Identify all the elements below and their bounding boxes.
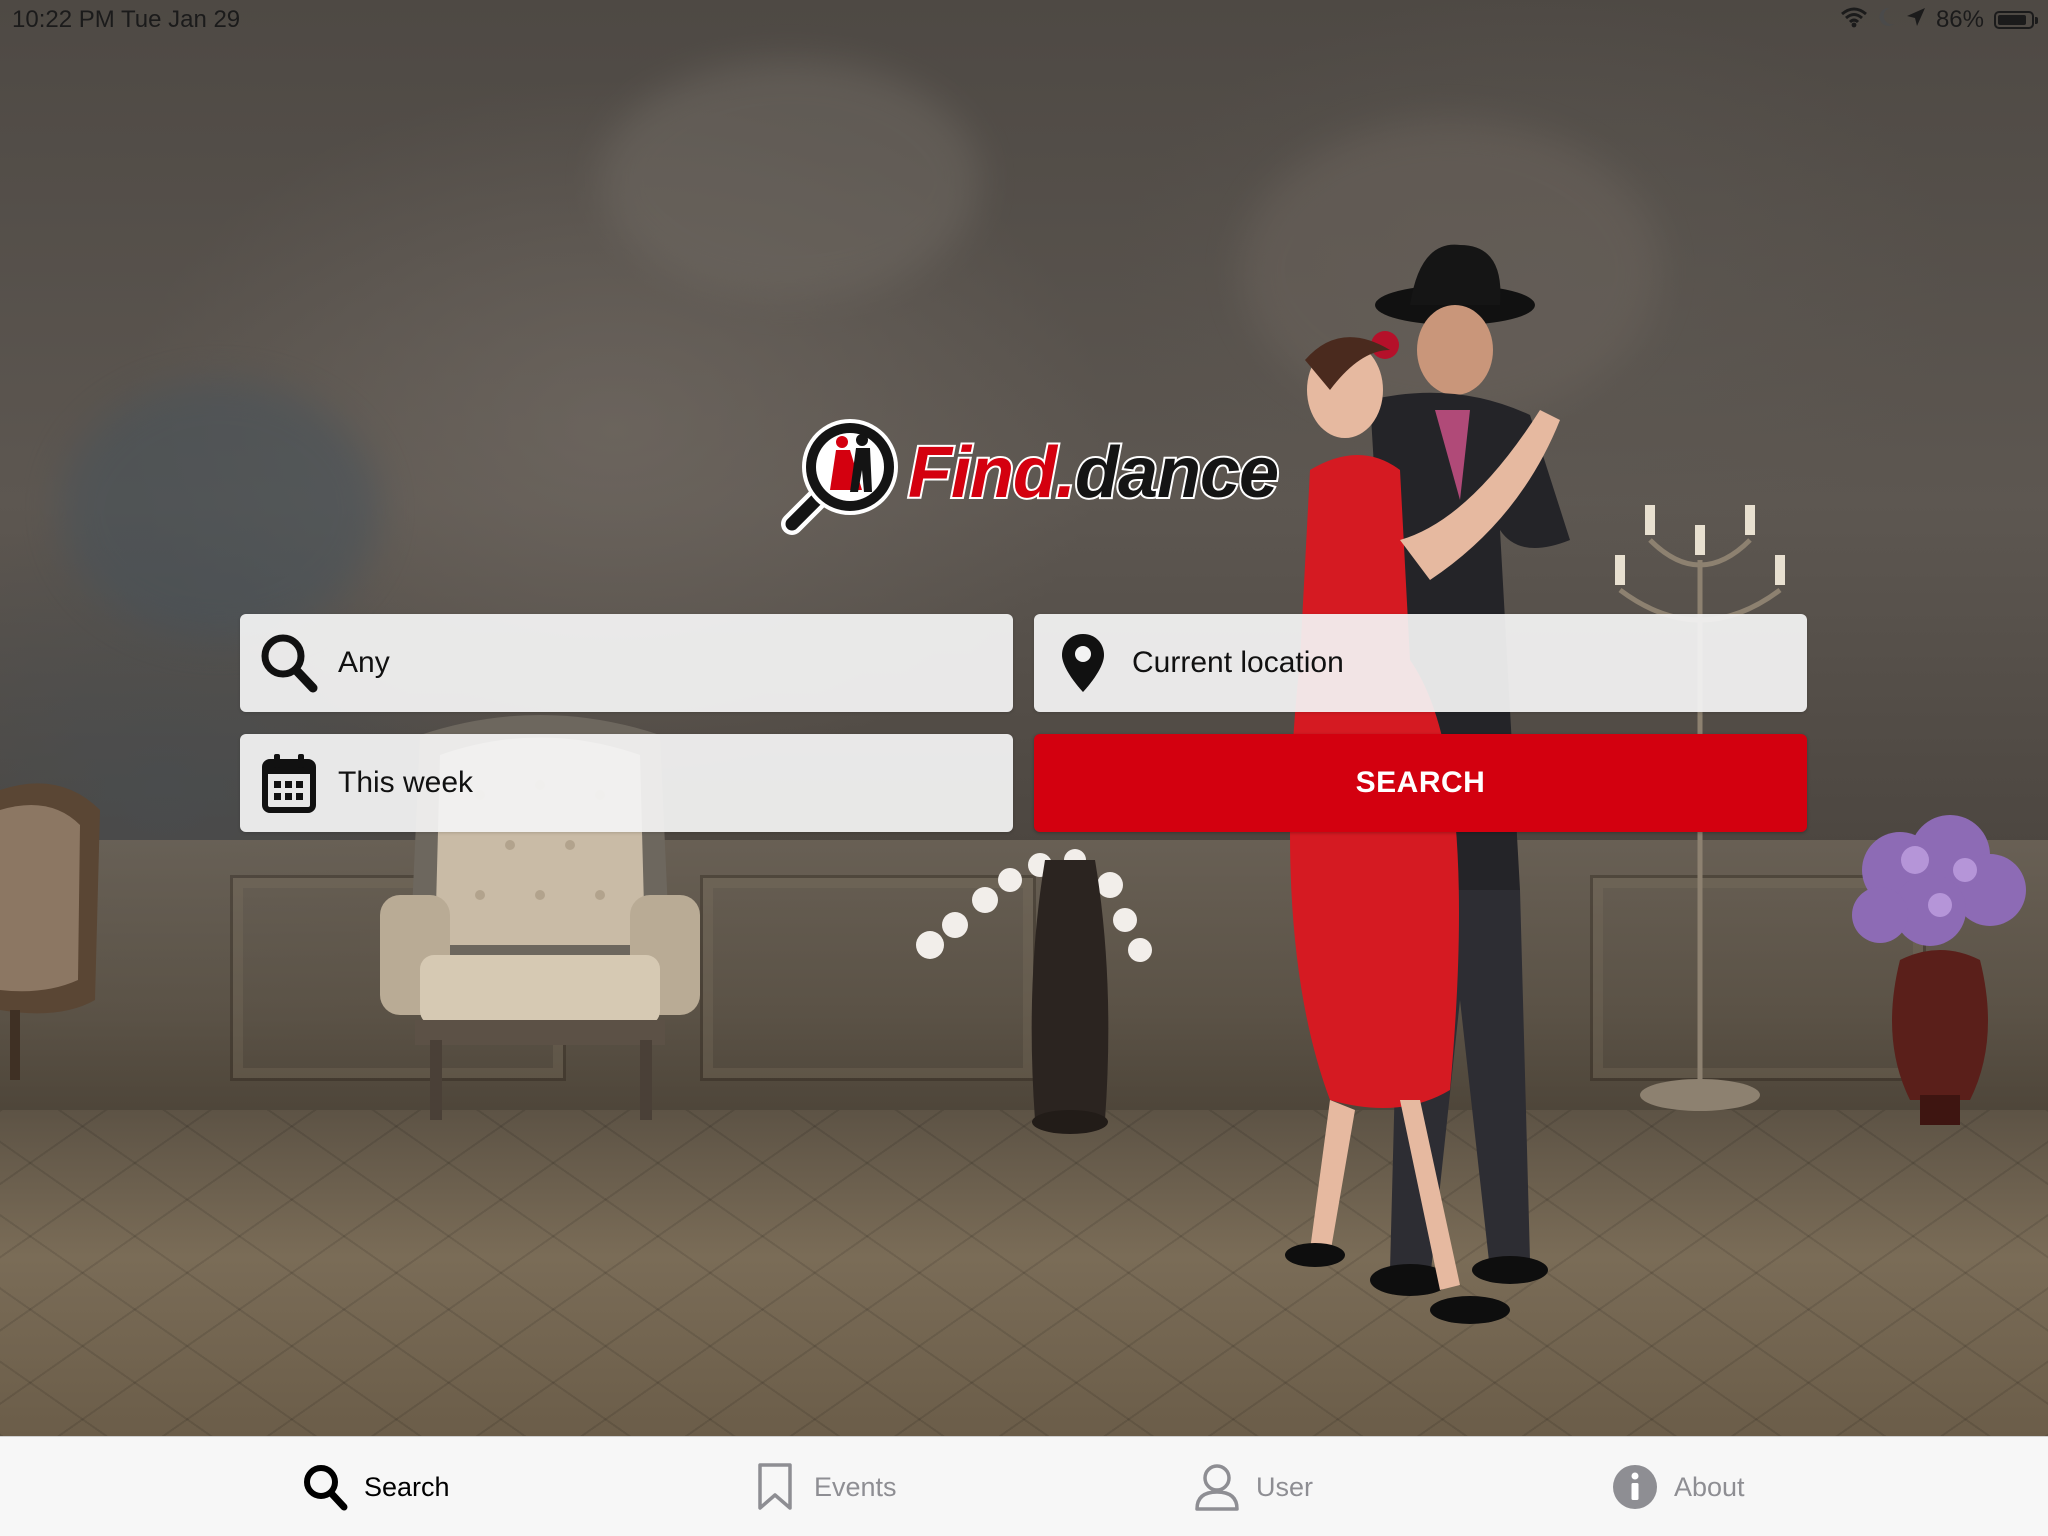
battery-icon xyxy=(1994,11,2038,29)
moon-icon xyxy=(1878,6,1896,35)
app-logo: Find.dance xyxy=(780,412,1281,537)
tab-search-label: Search xyxy=(364,1471,450,1502)
user-icon xyxy=(1192,1462,1242,1512)
dance-style-value: Any xyxy=(338,646,390,679)
tab-about-label: About xyxy=(1674,1471,1745,1502)
purple-flowers xyxy=(1852,815,2026,1125)
location-field[interactable]: Current location xyxy=(1034,614,1807,712)
tab-user[interactable]: User xyxy=(1192,1461,1313,1513)
battery-level xyxy=(1998,15,2026,25)
map-pin-icon xyxy=(1048,628,1118,698)
dance-style-field[interactable]: Any xyxy=(240,614,1013,712)
tab-bar: Search Events User About xyxy=(0,1436,2048,1536)
info-icon xyxy=(1610,1462,1660,1512)
logo-magnifier-icon xyxy=(781,419,898,535)
parquet-floor xyxy=(0,1110,2048,1436)
bookmark-icon xyxy=(750,1462,800,1512)
left-chair xyxy=(0,783,100,1080)
status-time-date: 10:22 PM Tue Jan 29 xyxy=(12,6,241,33)
search-icon xyxy=(254,628,324,698)
wall-stain xyxy=(600,60,980,300)
search-button[interactable]: SEARCH xyxy=(1034,734,1807,832)
status-indicators: 86% xyxy=(1840,4,2038,36)
wall-stain xyxy=(60,380,380,640)
location-arrow-icon xyxy=(1906,6,1926,34)
location-value: Current location xyxy=(1132,646,1344,679)
logo-dance-text: dance xyxy=(1073,431,1281,515)
wifi-icon xyxy=(1840,6,1868,35)
date-range-value: This week xyxy=(338,766,474,799)
date-range-field[interactable]: This week xyxy=(240,734,1013,832)
battery-percentage: 86% xyxy=(1935,6,1984,33)
logo-wordmark: Find.dance xyxy=(906,431,1281,515)
calendar-icon xyxy=(254,748,324,818)
search-icon xyxy=(300,1462,350,1512)
tab-search[interactable]: Search xyxy=(300,1461,450,1513)
tab-events[interactable]: Events xyxy=(750,1461,897,1513)
logo-dot-text: . xyxy=(1054,431,1078,515)
tab-events-label: Events xyxy=(814,1471,897,1502)
background-photo xyxy=(0,0,2048,1436)
tab-user-label: User xyxy=(1256,1471,1314,1502)
logo-find-text: Find xyxy=(906,431,1059,515)
status-bar: 10:22 PM Tue Jan 29 86% xyxy=(0,0,2048,40)
tab-about[interactable]: About xyxy=(1610,1461,1745,1513)
